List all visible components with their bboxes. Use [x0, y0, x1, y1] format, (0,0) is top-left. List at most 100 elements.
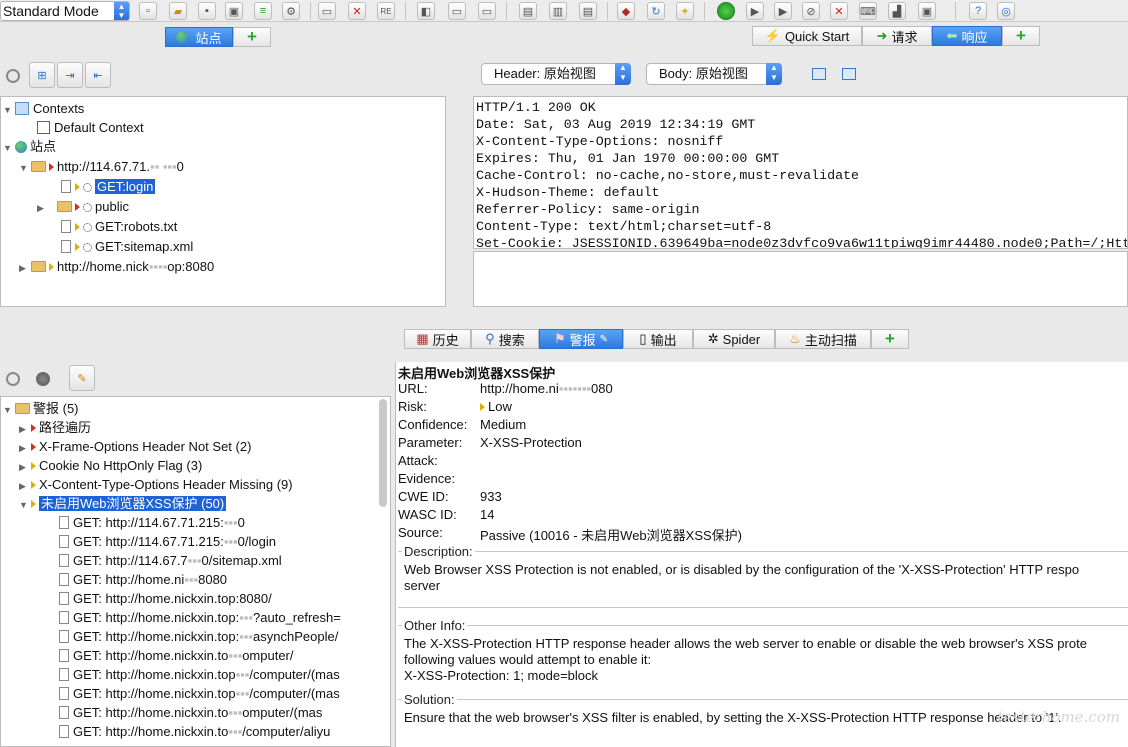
tab-active-scan[interactable]: ♨ 主动扫描	[775, 329, 871, 349]
layout-split3-icon[interactable]: ▤	[579, 2, 597, 20]
tree-contexts[interactable]: ▼ Contexts	[3, 99, 84, 118]
drop-icon[interactable]: ⊘	[802, 2, 820, 20]
other-info-text: The X-XSS-Protection HTTP response heade…	[404, 636, 1087, 684]
continue-icon[interactable]: ▶	[774, 2, 792, 20]
new-session-icon[interactable]: ▫	[139, 2, 157, 20]
flag-icon: ⚑	[553, 331, 566, 346]
alert-item[interactable]: GET: http://114.67.71.215:▪▪▪0	[59, 513, 245, 532]
layout-full-icon[interactable]: ▭	[448, 2, 466, 20]
add-tab-button-bottom[interactable]: +	[871, 329, 909, 349]
header-view-select[interactable]: Header: 原始视图 ▲ ▼	[481, 63, 631, 85]
options-gear-icon[interactable]: ⚙	[282, 2, 300, 20]
description-divider	[398, 551, 1128, 552]
globe-filter-icon[interactable]	[36, 372, 50, 386]
terminal-icon[interactable]: ▣	[918, 2, 936, 20]
tab-request[interactable]: ➜ 请求	[862, 26, 932, 46]
plus-icon: +	[1016, 26, 1026, 45]
tree-get-login[interactable]: GET:login	[61, 177, 156, 196]
alert-item[interactable]: GET: http://home.ni▪▪▪8080	[59, 570, 227, 589]
tab-alerts[interactable]: ⚑ 警报 ✎	[539, 329, 623, 349]
ref-icon[interactable]: RE	[377, 2, 395, 20]
add-context-icon[interactable]: ▭	[318, 2, 336, 20]
tab-history[interactable]: ▦ 历史	[404, 329, 471, 349]
alert-item[interactable]: GET: http://home.nickxin.to▪▪▪omputer/	[59, 646, 294, 665]
alert-item[interactable]: GET: http://114.67.71.215:▪▪▪0/login	[59, 532, 276, 551]
alert-category[interactable]: ▶ 路径遍历	[19, 418, 91, 437]
alert-tree-scrollbar[interactable]	[379, 399, 387, 507]
url-value[interactable]: http://home.ni▪▪▪▪▪▪▪080	[480, 381, 613, 396]
new-context-button[interactable]: ⊞	[29, 62, 55, 88]
response-header-panel[interactable]: HTTP/1.1 200 OK Date: Sat, 03 Aug 2019 12…	[473, 96, 1128, 249]
chevron-updown-icon: ▲ ▼	[615, 63, 631, 85]
alert-item-suffix: /computer/(mas	[249, 667, 340, 682]
tab-output[interactable]: ▯ 输出	[623, 329, 693, 349]
response-header-line: Referrer-Policy: same-origin	[476, 202, 700, 217]
alert-category-label: Cookie No HttpOnly Flag (3)	[39, 458, 203, 473]
alert-category[interactable]: ▼ 未启用Web浏览器XSS保护 (50)	[19, 494, 227, 513]
mode-select[interactable]: Standard Mode ▲ ▼	[0, 1, 130, 21]
break-green-icon[interactable]	[717, 2, 735, 20]
help-icon[interactable]: ?	[969, 2, 987, 20]
browser-icon[interactable]: ◎	[997, 2, 1015, 20]
tree-sitemap[interactable]: GET:sitemap.xml	[61, 237, 193, 256]
layout-split1-icon[interactable]: ▤	[519, 2, 537, 20]
layout-tabs-icon[interactable]: ▭	[478, 2, 496, 20]
detail-attack-row: Attack:	[396, 453, 1096, 471]
import-context-button[interactable]: ⇥	[57, 62, 83, 88]
remove-context-icon[interactable]: ✕	[348, 2, 366, 20]
tab-quick-start[interactable]: ⚡ Quick Start	[752, 26, 862, 46]
edit-alert-button[interactable]: ✎	[69, 365, 95, 391]
alert-item[interactable]: GET: http://home.nickxin.top▪▪▪/computer…	[59, 665, 340, 684]
spider-icon	[83, 203, 92, 212]
layout-split2-icon[interactable]: ▥	[549, 2, 567, 20]
step-icon[interactable]: ▶	[746, 2, 764, 20]
solution-divider	[398, 699, 1128, 700]
target-icon[interactable]	[6, 372, 20, 386]
add-tab-button-right[interactable]: +	[1002, 26, 1040, 46]
cancel-break-icon[interactable]: ✕	[830, 2, 848, 20]
response-header-line: Date: Sat, 03 Aug 2019 12:34:19 GMT	[476, 117, 756, 132]
tree-host-2[interactable]: ▶ http://home.nick▪▪▪▪op:8080	[19, 257, 214, 276]
lightbulb-icon[interactable]: ✦	[676, 2, 694, 20]
tree-host-1[interactable]: ▼ http://114.67.71.▪▪ ▪▪▪0	[19, 157, 184, 176]
tree-default-context[interactable]: Default Context	[37, 118, 144, 137]
add-tab-button[interactable]: +	[233, 27, 271, 47]
alert-item[interactable]: GET: http://home.nickxin.to▪▪▪/computer/…	[59, 722, 330, 741]
tab-response[interactable]: ⬅ 响应	[932, 26, 1002, 46]
layout-left-icon[interactable]: ◧	[417, 2, 435, 20]
refresh-icon[interactable]: ↻	[647, 2, 665, 20]
alert-item[interactable]: GET: http://114.67.7▪▪▪0/sitemap.xml	[59, 551, 282, 570]
alert-item[interactable]: GET: http://home.nickxin.top:▪▪▪asynchPe…	[59, 627, 338, 646]
alert-category[interactable]: ▶ X-Frame-Options Header Not Set (2)	[19, 437, 251, 456]
export-context-button[interactable]: ⇤	[85, 62, 111, 88]
tree-robots[interactable]: GET:robots.txt	[61, 217, 177, 236]
tab-sites[interactable]: 站点	[165, 27, 233, 47]
redacted-block: ▪▪▪	[239, 610, 254, 625]
split-vertical-icon[interactable]	[842, 68, 856, 80]
tree-public[interactable]: ▶ public	[37, 197, 129, 216]
save-session-icon[interactable]: ▪	[198, 2, 216, 20]
keyboard-icon[interactable]: ⌨	[859, 2, 877, 20]
alert-item[interactable]: GET: http://home.nickxin.to▪▪▪omputer/(m…	[59, 703, 322, 722]
tab-search[interactable]: ⚲ 搜索	[471, 329, 539, 349]
alert-item[interactable]: GET: http://home.nickxin.top▪▪▪/computer…	[59, 684, 340, 703]
alert-item[interactable]: GET: http://home.nickxin.top:▪▪▪?auto_re…	[59, 608, 341, 627]
body-view-select[interactable]: Body: 原始视图 ▲ ▼	[646, 63, 782, 85]
alert-root[interactable]: ▼ 警报 (5)	[3, 399, 79, 418]
alert-item[interactable]: GET: http://home.nickxin.top:8080/	[59, 589, 272, 608]
description-line-1: Web Browser XSS Protection is not enable…	[404, 562, 1080, 577]
snapshot-icon[interactable]: ▣	[225, 2, 243, 20]
host1-label: http://114.67.71.	[57, 159, 150, 174]
alert-category[interactable]: ▶ Cookie No HttpOnly Flag (3)	[19, 456, 202, 475]
properties-icon[interactable]: ≡	[254, 2, 272, 20]
tab-spider[interactable]: ✲ Spider	[693, 329, 775, 349]
response-body-panel[interactable]	[473, 251, 1128, 307]
open-session-icon[interactable]: ▰	[169, 2, 187, 20]
tree-sites[interactable]: ▼ 站点	[3, 137, 56, 156]
hud-icon[interactable]: ▟	[888, 2, 906, 20]
response-header-line: X-Hudson-Theme: default	[476, 185, 660, 200]
target-icon[interactable]	[6, 69, 20, 83]
split-horizontal-icon[interactable]	[812, 68, 826, 80]
alert-category[interactable]: ▶ X-Content-Type-Options Header Missing (…	[19, 475, 293, 494]
scan-policy-icon[interactable]: ◆	[617, 2, 635, 20]
